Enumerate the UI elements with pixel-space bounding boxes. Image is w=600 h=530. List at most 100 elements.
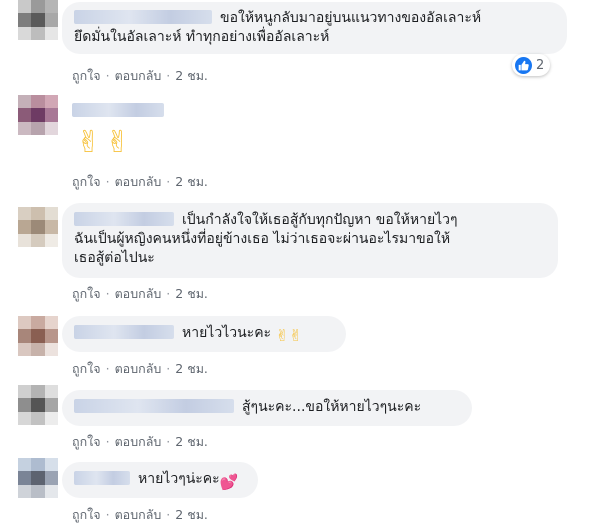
separator-dot: · (105, 434, 110, 449)
timestamp-link[interactable]: 2 ชม. (175, 286, 208, 301)
avatar-pixel (18, 316, 32, 330)
like-link[interactable]: ถูกใจ (72, 434, 101, 449)
victory-hand-emoji: ✌✌ (275, 326, 303, 345)
avatar-pixel (31, 233, 45, 247)
avatar-pixel (31, 398, 45, 412)
comment-text-line: หายไวๆน่ะคะ (138, 471, 220, 487)
separator-dot: · (166, 174, 171, 189)
reply-link[interactable]: ตอบกลับ (115, 361, 162, 376)
reply-link[interactable]: ตอบกลับ (115, 174, 162, 189)
avatar[interactable] (18, 207, 58, 247)
avatar-pixel (18, 329, 32, 343)
avatar-pixel (18, 411, 32, 425)
avatar-pixel (18, 471, 32, 485)
avatar[interactable] (18, 458, 58, 498)
avatar-pixel (18, 385, 32, 399)
avatar-pixel (18, 220, 32, 234)
separator-dot: · (105, 361, 110, 376)
comment-text-line: ขอให้หนูกลับมาอยู่บนแนวทางของอัลเลาะห์ (220, 10, 482, 26)
commenter-name-blurred[interactable] (74, 399, 234, 413)
separator-dot: · (105, 507, 110, 522)
separator-dot: · (105, 286, 110, 301)
avatar-pixel (31, 220, 45, 234)
comment-actions: ถูกใจ · ตอบกลับ · 2 ชม. (72, 432, 208, 452)
separator-dot: · (166, 434, 171, 449)
avatar-pixel (44, 0, 58, 14)
avatar-pixel (44, 121, 58, 135)
commenter-name-blurred[interactable] (74, 212, 174, 226)
comment-actions: ถูกใจ · ตอบกลับ · 2 ชม. (72, 172, 208, 192)
timestamp-link[interactable]: 2 ชม. (175, 68, 208, 83)
timestamp-link[interactable]: 2 ชม. (175, 174, 208, 189)
avatar-pixel (44, 458, 58, 472)
separator-dot: · (105, 68, 110, 83)
reply-link[interactable]: ตอบกลับ (115, 507, 162, 522)
like-link[interactable]: ถูกใจ (72, 286, 101, 301)
avatar-pixel (31, 411, 45, 425)
avatar-pixel (44, 108, 58, 122)
avatar[interactable] (18, 95, 58, 135)
comment-actions: ถูกใจ · ตอบกลับ · 2 ชม. (72, 505, 208, 525)
reply-link[interactable]: ตอบกลับ (115, 434, 162, 449)
timestamp-link[interactable]: 2 ชม. (175, 507, 208, 522)
like-link[interactable]: ถูกใจ (72, 507, 101, 522)
like-link[interactable]: ถูกใจ (72, 174, 101, 189)
avatar-pixel (31, 121, 45, 135)
like-link[interactable]: ถูกใจ (72, 68, 101, 83)
avatar-pixel (44, 398, 58, 412)
avatar-pixel (18, 26, 32, 40)
avatar-pixel (31, 484, 45, 498)
avatar-pixel (31, 385, 45, 399)
commenter-name-blurred[interactable] (74, 10, 212, 24)
separator-dot: · (166, 361, 171, 376)
avatar-pixel (31, 95, 45, 109)
commenter-name-blurred[interactable] (72, 103, 164, 117)
avatar-pixel (18, 207, 32, 221)
avatar-pixel (31, 342, 45, 356)
comment-actions: ถูกใจ · ตอบกลับ · 2 ชม. (72, 284, 208, 304)
avatar-pixel (44, 471, 58, 485)
commenter-name-blurred[interactable] (74, 325, 174, 339)
comment-bubble: สู้ๆนะคะ...ขอให้หายไวๆนะคะ (62, 390, 472, 426)
avatar-pixel (18, 398, 32, 412)
avatar-pixel (31, 458, 45, 472)
comment-text-line: เธอสู้ต่อไปนะ (74, 250, 155, 266)
reaction-count-badge[interactable]: 2 (512, 54, 551, 76)
timestamp-link[interactable]: 2 ชม. (175, 434, 208, 449)
avatar-pixel (44, 233, 58, 247)
like-reaction-icon (515, 56, 532, 74)
avatar-pixel (44, 342, 58, 356)
avatar-pixel (31, 471, 45, 485)
avatar-pixel (18, 95, 32, 109)
commenter-name-blurred[interactable] (74, 471, 130, 485)
avatar-pixel (31, 13, 45, 27)
comment-bubble: หายไวๆน่ะคะ💕 (62, 462, 258, 498)
avatar-pixel (18, 458, 32, 472)
reply-link[interactable]: ตอบกลับ (115, 286, 162, 301)
reply-link[interactable]: ตอบกลับ (115, 68, 162, 83)
avatar[interactable] (18, 0, 58, 40)
avatar-pixel (44, 316, 58, 330)
comment-bubble: เป็นกำลังใจให้เธอสู้กับทุกปัญหา ขอให้หาย… (62, 203, 558, 278)
timestamp-link[interactable]: 2 ชม. (175, 361, 208, 376)
victory-hand-emoji: ✌✌ (76, 125, 135, 160)
avatar[interactable] (18, 316, 58, 356)
avatar-pixel (44, 13, 58, 27)
comment-text-line: สู้ๆนะคะ...ขอให้หายไวๆนะคะ (242, 399, 422, 415)
like-link[interactable]: ถูกใจ (72, 361, 101, 376)
avatar-pixel (18, 342, 32, 356)
avatar-pixel (18, 0, 32, 14)
avatar-pixel (31, 108, 45, 122)
comment-bubble: ขอให้หนูกลับมาอยู่บนแนวทางของอัลเลาะห์ ย… (62, 2, 567, 54)
separator-dot: · (105, 174, 110, 189)
comment-actions: ถูกใจ · ตอบกลับ · 2 ชม. (72, 359, 208, 379)
avatar-pixel (18, 233, 32, 247)
avatar-pixel (44, 411, 58, 425)
avatar-pixel (18, 484, 32, 498)
avatar[interactable] (18, 385, 58, 425)
separator-dot: · (166, 507, 171, 522)
separator-dot: · (166, 68, 171, 83)
comment-text-line: เป็นกำลังใจให้เธอสู้กับทุกปัญหา ขอให้หาย… (182, 212, 458, 228)
avatar-pixel (44, 385, 58, 399)
avatar-pixel (31, 0, 45, 14)
